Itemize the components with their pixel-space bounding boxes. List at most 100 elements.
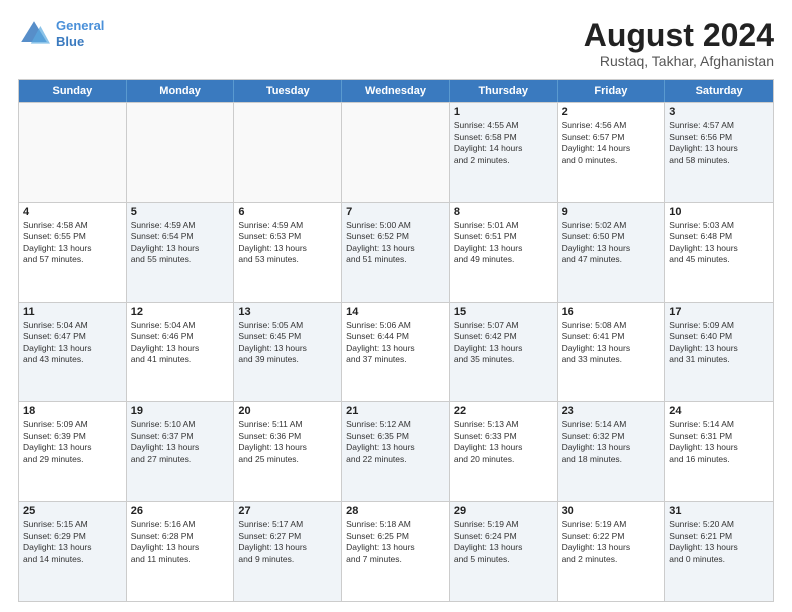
weekday-tuesday: Tuesday [234, 80, 342, 102]
table-row: 22 Sunrise: 5:13 AM Sunset: 6:33 PM Dayli… [450, 402, 558, 501]
cell-info: Sunrise: 4:56 AM Sunset: 6:57 PM Dayligh… [562, 120, 661, 166]
table-row: 7 Sunrise: 5:00 AM Sunset: 6:52 PM Daylig… [342, 203, 450, 302]
table-row [19, 103, 127, 202]
logo-line1: General [56, 18, 104, 33]
day-number: 30 [562, 505, 661, 517]
page: General Blue August 2024 Rustaq, Takhar,… [0, 0, 792, 612]
day-number: 9 [562, 206, 661, 218]
day-number: 22 [454, 405, 553, 417]
table-row: 26 Sunrise: 5:16 AM Sunset: 6:28 PM Dayli… [127, 502, 235, 601]
day-number: 7 [346, 206, 445, 218]
day-number: 24 [669, 405, 769, 417]
table-row [342, 103, 450, 202]
calendar: Sunday Monday Tuesday Wednesday Thursday… [18, 79, 774, 602]
day-number: 19 [131, 405, 230, 417]
table-row: 11Sunrise: 5:04 AM Sunset: 6:47 PM Dayli… [19, 303, 127, 402]
day-number: 16 [562, 306, 661, 318]
table-row: 1Sunrise: 4:55 AM Sunset: 6:58 PM Daylig… [450, 103, 558, 202]
day-number: 20 [238, 405, 337, 417]
cell-info: Sunrise: 5:18 AM Sunset: 6:25 PM Dayligh… [346, 519, 445, 565]
table-row: 27 Sunrise: 5:17 AM Sunset: 6:27 PM Dayli… [234, 502, 342, 601]
header: General Blue August 2024 Rustaq, Takhar,… [18, 18, 774, 69]
table-row: 8Sunrise: 5:01 AM Sunset: 6:51 PM Daylig… [450, 203, 558, 302]
table-row: 20Sunrise: 5:11 AM Sunset: 6:36 PM Dayli… [234, 402, 342, 501]
table-row: 6 Sunrise: 4:59 AM Sunset: 6:53 PM Daylig… [234, 203, 342, 302]
day-number: 27 [238, 505, 337, 517]
weekday-friday: Friday [558, 80, 666, 102]
table-row: 4Sunrise: 4:58 AM Sunset: 6:55 PM Daylig… [19, 203, 127, 302]
day-number: 11 [23, 306, 122, 318]
logo-line2: Blue [56, 34, 84, 49]
cell-info: Sunrise: 5:10 AM Sunset: 6:37 PM Dayligh… [131, 419, 230, 465]
weekday-wednesday: Wednesday [342, 80, 450, 102]
cell-info: Sunrise: 5:14 AM Sunset: 6:32 PM Dayligh… [562, 419, 661, 465]
cell-info: Sunrise: 4:59 AM Sunset: 6:53 PM Dayligh… [238, 220, 337, 266]
cell-info: Sunrise: 5:15 AM Sunset: 6:29 PM Dayligh… [23, 519, 122, 565]
day-number: 17 [669, 306, 769, 318]
table-row: 18Sunrise: 5:09 AM Sunset: 6:39 PM Dayli… [19, 402, 127, 501]
calendar-header: Sunday Monday Tuesday Wednesday Thursday… [19, 80, 773, 102]
cell-info: Sunrise: 5:19 AM Sunset: 6:24 PM Dayligh… [454, 519, 553, 565]
month-year: August 2024 [584, 18, 774, 53]
day-number: 5 [131, 206, 230, 218]
table-row: 21Sunrise: 5:12 AM Sunset: 6:35 PM Dayli… [342, 402, 450, 501]
cell-info: Sunrise: 5:14 AM Sunset: 6:31 PM Dayligh… [669, 419, 769, 465]
logo-text: General Blue [56, 18, 104, 49]
day-number: 31 [669, 505, 769, 517]
cell-info: Sunrise: 5:00 AM Sunset: 6:52 PM Dayligh… [346, 220, 445, 266]
day-number: 13 [238, 306, 337, 318]
cell-info: Sunrise: 5:03 AM Sunset: 6:48 PM Dayligh… [669, 220, 769, 266]
cell-info: Sunrise: 5:16 AM Sunset: 6:28 PM Dayligh… [131, 519, 230, 565]
calendar-body: 1Sunrise: 4:55 AM Sunset: 6:58 PM Daylig… [19, 102, 773, 601]
day-number: 6 [238, 206, 337, 218]
weekday-thursday: Thursday [450, 80, 558, 102]
cell-info: Sunrise: 5:17 AM Sunset: 6:27 PM Dayligh… [238, 519, 337, 565]
cell-info: Sunrise: 5:05 AM Sunset: 6:45 PM Dayligh… [238, 320, 337, 366]
cell-info: Sunrise: 5:09 AM Sunset: 6:40 PM Dayligh… [669, 320, 769, 366]
table-row: 12Sunrise: 5:04 AM Sunset: 6:46 PM Dayli… [127, 303, 235, 402]
logo: General Blue [18, 18, 104, 50]
weekday-monday: Monday [127, 80, 235, 102]
day-number: 29 [454, 505, 553, 517]
table-row: 3Sunrise: 4:57 AM Sunset: 6:56 PM Daylig… [665, 103, 773, 202]
cell-info: Sunrise: 5:02 AM Sunset: 6:50 PM Dayligh… [562, 220, 661, 266]
day-number: 3 [669, 106, 769, 118]
calendar-row: 1Sunrise: 4:55 AM Sunset: 6:58 PM Daylig… [19, 102, 773, 202]
table-row: 19 Sunrise: 5:10 AM Sunset: 6:37 PM Dayli… [127, 402, 235, 501]
cell-info: Sunrise: 5:13 AM Sunset: 6:33 PM Dayligh… [454, 419, 553, 465]
day-number: 2 [562, 106, 661, 118]
table-row: 16 Sunrise: 5:08 AM Sunset: 6:41 PM Dayli… [558, 303, 666, 402]
day-number: 12 [131, 306, 230, 318]
cell-info: Sunrise: 5:07 AM Sunset: 6:42 PM Dayligh… [454, 320, 553, 366]
calendar-row: 11Sunrise: 5:04 AM Sunset: 6:47 PM Dayli… [19, 302, 773, 402]
table-row [234, 103, 342, 202]
table-row: 10 Sunrise: 5:03 AM Sunset: 6:48 PM Dayli… [665, 203, 773, 302]
day-number: 28 [346, 505, 445, 517]
day-number: 26 [131, 505, 230, 517]
day-number: 10 [669, 206, 769, 218]
day-number: 15 [454, 306, 553, 318]
day-number: 25 [23, 505, 122, 517]
cell-info: Sunrise: 5:06 AM Sunset: 6:44 PM Dayligh… [346, 320, 445, 366]
table-row: 15 Sunrise: 5:07 AM Sunset: 6:42 PM Dayli… [450, 303, 558, 402]
day-number: 18 [23, 405, 122, 417]
table-row: 23 Sunrise: 5:14 AM Sunset: 6:32 PM Dayli… [558, 402, 666, 501]
table-row: 2 Sunrise: 4:56 AM Sunset: 6:57 PM Daylig… [558, 103, 666, 202]
table-row: 28 Sunrise: 5:18 AM Sunset: 6:25 PM Dayli… [342, 502, 450, 601]
table-row: 9 Sunrise: 5:02 AM Sunset: 6:50 PM Daylig… [558, 203, 666, 302]
table-row: 25 Sunrise: 5:15 AM Sunset: 6:29 PM Dayli… [19, 502, 127, 601]
table-row: 14 Sunrise: 5:06 AM Sunset: 6:44 PM Dayli… [342, 303, 450, 402]
cell-info: Sunrise: 5:20 AM Sunset: 6:21 PM Dayligh… [669, 519, 769, 565]
cell-info: Sunrise: 5:01 AM Sunset: 6:51 PM Dayligh… [454, 220, 553, 266]
cell-info: Sunrise: 5:08 AM Sunset: 6:41 PM Dayligh… [562, 320, 661, 366]
day-number: 14 [346, 306, 445, 318]
table-row: 5 Sunrise: 4:59 AM Sunset: 6:54 PM Daylig… [127, 203, 235, 302]
title-block: August 2024 Rustaq, Takhar, Afghanistan [584, 18, 774, 69]
cell-info: Sunrise: 4:58 AM Sunset: 6:55 PM Dayligh… [23, 220, 122, 266]
location: Rustaq, Takhar, Afghanistan [584, 53, 774, 69]
table-row [127, 103, 235, 202]
day-number: 23 [562, 405, 661, 417]
cell-info: Sunrise: 4:59 AM Sunset: 6:54 PM Dayligh… [131, 220, 230, 266]
table-row: 29 Sunrise: 5:19 AM Sunset: 6:24 PM Dayli… [450, 502, 558, 601]
cell-info: Sunrise: 5:19 AM Sunset: 6:22 PM Dayligh… [562, 519, 661, 565]
